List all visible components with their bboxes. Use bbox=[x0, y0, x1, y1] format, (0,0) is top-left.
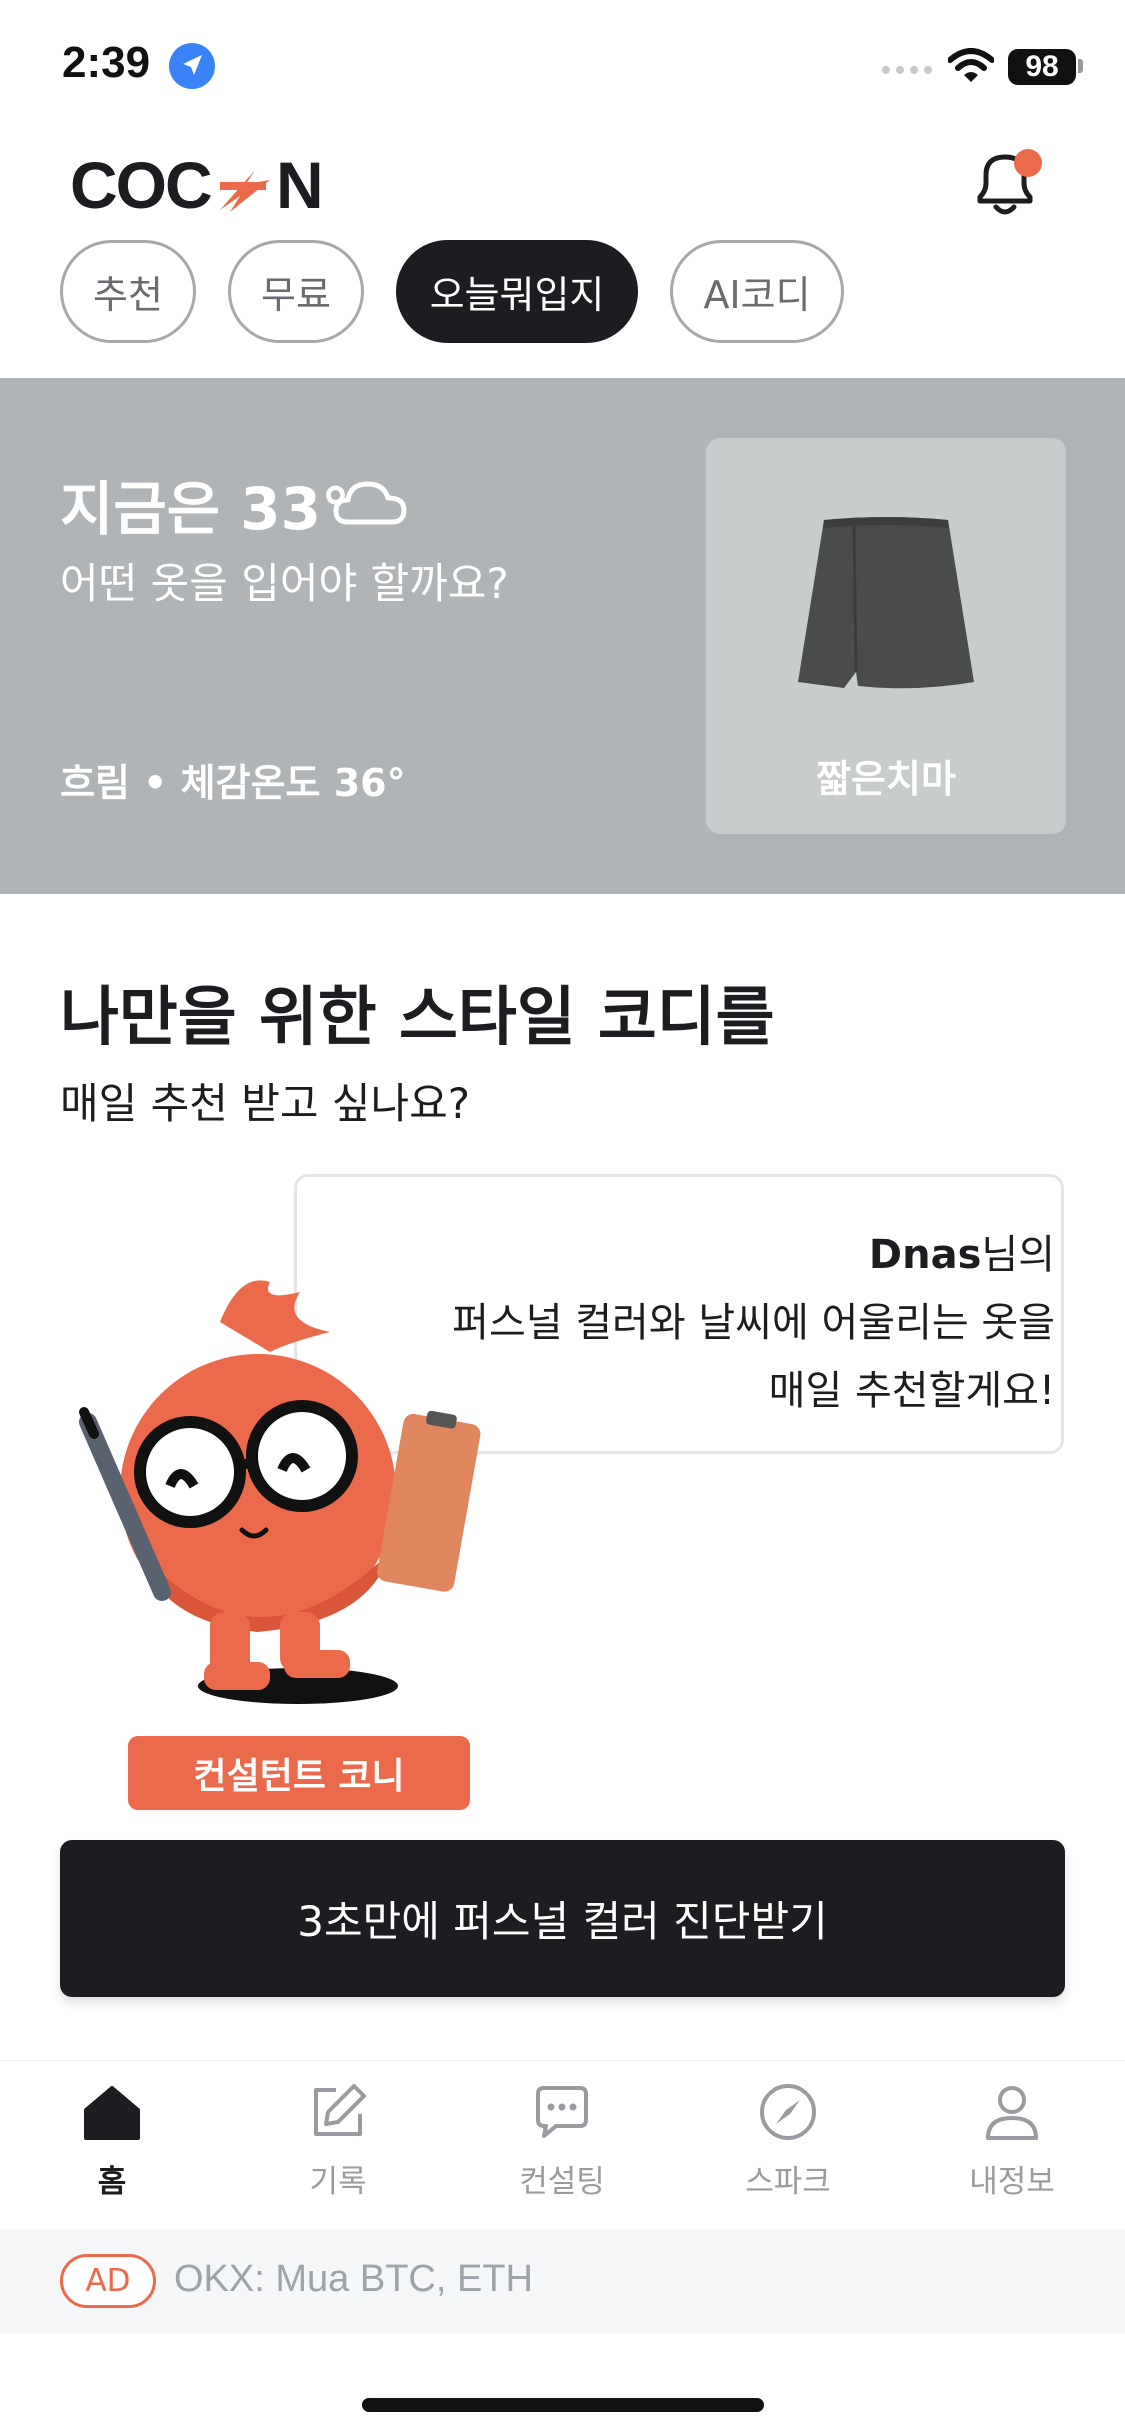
battery-tip bbox=[1078, 59, 1083, 73]
notification-bell-icon[interactable] bbox=[972, 145, 1042, 223]
home-indicator[interactable] bbox=[362, 2398, 764, 2412]
tab-label: 홈 bbox=[97, 2164, 127, 2200]
compass-icon bbox=[760, 2084, 816, 2140]
home-icon bbox=[84, 2086, 140, 2140]
tab-consulting[interactable]: 컨설팅 bbox=[482, 2080, 642, 2220]
signal-dots-icon bbox=[882, 66, 932, 74]
svg-text:COC: COC bbox=[70, 150, 211, 220]
chat-icon bbox=[536, 2086, 588, 2138]
wifi-icon bbox=[948, 48, 994, 82]
user-icon bbox=[986, 2086, 1038, 2140]
chip-ai-codi[interactable]: AI코디 bbox=[670, 240, 844, 343]
promo-title: 나만을 위한 스타일 코디를 bbox=[60, 981, 775, 1055]
tab-label: 내정보 bbox=[969, 2164, 1055, 2200]
promo-subtitle: 매일 추천 받고 싶나요? bbox=[60, 1079, 471, 1128]
ad-banner[interactable] bbox=[0, 2230, 1125, 2334]
cocon-logo[interactable]: COC N bbox=[70, 150, 360, 220]
cloud-icon bbox=[333, 481, 407, 525]
edit-icon bbox=[314, 2084, 366, 2136]
tab-label: 컨설팅 bbox=[519, 2164, 605, 2200]
weather-detail: 흐림 • 체감온도 36° bbox=[60, 761, 406, 805]
consultant-name-badge: 컨설턴트 코니 bbox=[128, 1736, 470, 1810]
skirt-image bbox=[798, 517, 974, 689]
chip-free[interactable]: 무료 bbox=[228, 240, 364, 343]
consultant-mascot-illustration bbox=[79, 1280, 481, 1704]
bubble-line-2: 퍼스널 컬러와 날씨에 어울리는 옷을 bbox=[452, 1300, 1055, 1346]
tab-home[interactable]: 홈 bbox=[32, 2080, 192, 2220]
battery-indicator: 98 bbox=[1008, 49, 1076, 85]
tab-my-info[interactable]: 내정보 bbox=[932, 2080, 1092, 2220]
chip-what-to-wear[interactable]: 오늘뭐입지 bbox=[396, 240, 638, 343]
tab-record[interactable]: 기록 bbox=[258, 2080, 418, 2220]
bubble-line-3: 매일 추천할게요! bbox=[768, 1368, 1055, 1414]
ad-badge: AD bbox=[60, 2254, 156, 2308]
svg-text:N: N bbox=[276, 150, 324, 220]
bubble-suffix: 님의 bbox=[981, 1232, 1055, 1278]
status-time: 2:39 bbox=[62, 38, 151, 87]
tab-label: 기록 bbox=[309, 2164, 367, 2200]
weather-question: 어떤 옷을 입어야 할까요? bbox=[60, 559, 509, 608]
ad-text[interactable]: OKX: Mua BTC, ETH bbox=[174, 2258, 533, 2301]
clothing-label: 짧은치마 bbox=[816, 757, 956, 801]
chip-recommend[interactable]: 추천 bbox=[60, 240, 196, 343]
location-arrow-icon bbox=[169, 43, 215, 89]
temperature-title: 지금은 33° bbox=[60, 475, 350, 543]
tab-label: 스파크 bbox=[745, 2164, 831, 2200]
personal-color-diagnosis-button[interactable]: 3초만에 퍼스널 컬러 진단받기 bbox=[60, 1840, 1065, 1997]
user-name: Dnas bbox=[868, 1232, 982, 1278]
bubble-line-1: Dnas님의 bbox=[869, 1222, 1055, 1280]
tab-spark[interactable]: 스파크 bbox=[708, 2080, 868, 2220]
